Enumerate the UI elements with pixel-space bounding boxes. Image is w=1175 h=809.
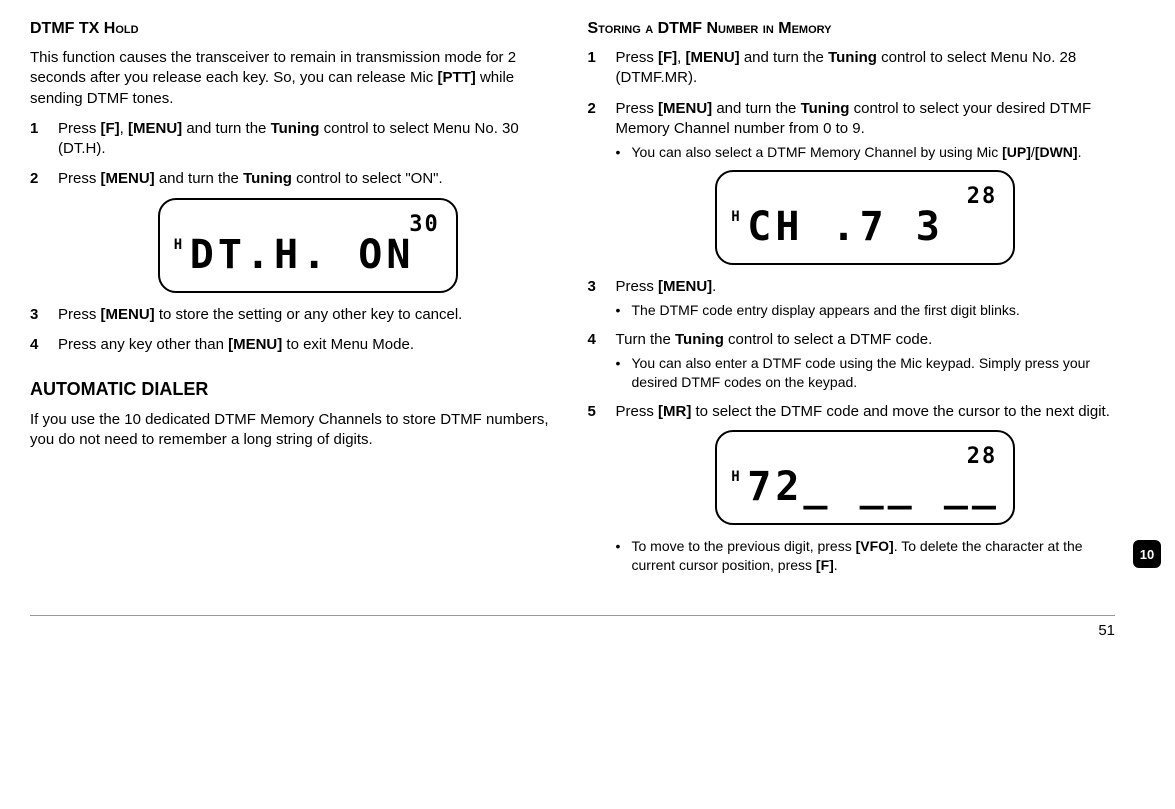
text: Press (616, 278, 659, 295)
lcd-menu-number: 30 (409, 210, 440, 240)
dtmf-tx-hold-heading: DTMF TX Hold (30, 20, 558, 38)
ptt-key: [PTT] (437, 69, 475, 86)
dwn-key: [DWN] (1035, 144, 1078, 160)
storing-dtmf-steps: Press [F], [MENU] and turn the Tuning co… (588, 48, 1116, 575)
tx-hold-steps: Press [F], [MENU] and turn the Tuning co… (30, 119, 558, 355)
text: control to select "ON". (292, 170, 443, 187)
menu-key: [MENU] (128, 120, 182, 137)
tuning-control: Tuning (801, 100, 850, 117)
text: Press (616, 100, 659, 117)
step-2-notes: You can also select a DTMF Memory Channe… (616, 143, 1116, 162)
text: and turn the (155, 170, 243, 187)
text: Press (58, 120, 101, 137)
text: and turn the (740, 49, 828, 66)
text: Press (58, 170, 101, 187)
f-key: [F] (658, 49, 677, 66)
lcd-main-text: DT.H. ON (190, 235, 415, 275)
text: and turn the (712, 100, 800, 117)
step-2: Press [MENU] and turn the Tuning control… (588, 99, 1116, 265)
left-column: DTMF TX Hold This function causes the tr… (30, 20, 558, 585)
h-indicator: H (731, 468, 739, 487)
h-indicator: H (174, 236, 182, 255)
tuning-control: Tuning (271, 120, 320, 137)
text: , (677, 49, 685, 66)
f-key: [F] (101, 120, 120, 137)
menu-key: [MENU] (658, 278, 712, 295)
note: The DTMF code entry display appears and … (616, 301, 1116, 320)
up-key: [UP] (1002, 144, 1031, 160)
text: to select the DTMF code and move the cur… (691, 403, 1110, 420)
tuning-control: Tuning (828, 49, 877, 66)
lcd-main-text: 72_ __ __ (747, 467, 1000, 507)
step-1: Press [F], [MENU] and turn the Tuning co… (588, 48, 1116, 89)
right-column: Storing a DTMF Number in Memory Press [F… (588, 20, 1116, 585)
automatic-dialer-text: If you use the 10 dedicated DTMF Memory … (30, 410, 558, 451)
text: , (120, 120, 128, 137)
menu-key: [MENU] (658, 100, 712, 117)
step-3: Press [MENU] to store the setting or any… (30, 305, 558, 325)
storing-dtmf-heading: Storing a DTMF Number in Memory (588, 20, 1116, 38)
h-indicator: H (731, 208, 739, 227)
text: Press any key other than (58, 336, 228, 353)
menu-key: [MENU] (101, 170, 155, 187)
text: Press (616, 403, 659, 420)
text: and turn the (182, 120, 270, 137)
note: To move to the previous digit, press [VF… (616, 537, 1116, 575)
text: To move to the previous digit, press (632, 538, 856, 554)
text: . (1078, 144, 1082, 160)
lcd-menu-number: 28 (967, 182, 998, 212)
text: . (834, 557, 838, 573)
note: You can also select a DTMF Memory Channe… (616, 143, 1116, 162)
step-4: Turn the Tuning control to select a DTMF… (588, 330, 1116, 392)
step-5: Press [MR] to select the DTMF code and m… (588, 402, 1116, 575)
lcd-display-code-entry: H 72_ __ __ 28 (715, 430, 1015, 525)
text: to exit Menu Mode. (282, 336, 414, 353)
text: Press (58, 306, 101, 323)
automatic-dialer-heading: AUTOMATIC DIALER (30, 379, 558, 400)
menu-key: [MENU] (228, 336, 282, 353)
menu-key: [MENU] (686, 49, 740, 66)
lcd-display-dth-on: H DT.H. ON 30 (158, 198, 458, 293)
note: You can also enter a DTMF code using the… (616, 354, 1116, 392)
f-key: [F] (816, 557, 834, 573)
lcd-display-ch-select: H CH .7 3 28 (715, 170, 1015, 265)
tx-hold-intro: This function causes the transceiver to … (30, 48, 558, 109)
step-2: Press [MENU] and turn the Tuning control… (30, 169, 558, 292)
step-4: Press any key other than [MENU] to exit … (30, 335, 558, 355)
step-4-notes: You can also enter a DTMF code using the… (616, 354, 1116, 392)
step-5-notes: To move to the previous digit, press [VF… (616, 537, 1116, 575)
page-footer: 51 (30, 615, 1115, 639)
tuning-control: Tuning (243, 170, 292, 187)
chapter-tab: 10 (1133, 540, 1161, 568)
text: You can also select a DTMF Memory Channe… (632, 144, 1003, 160)
vfo-key: [VFO] (856, 538, 894, 554)
menu-key: [MENU] (101, 306, 155, 323)
lcd-menu-number: 28 (967, 442, 998, 472)
lcd-main-text: CH .7 3 (747, 207, 944, 247)
text: Turn the (616, 331, 675, 348)
mr-key: [MR] (658, 403, 691, 420)
step-3: Press [MENU]. The DTMF code entry displa… (588, 277, 1116, 320)
text: to store the setting or any other key to… (155, 306, 463, 323)
text: . (712, 278, 716, 295)
text: Press (616, 49, 659, 66)
step-1: Press [F], [MENU] and turn the Tuning co… (30, 119, 558, 160)
step-3-notes: The DTMF code entry display appears and … (616, 301, 1116, 320)
tuning-control: Tuning (675, 331, 724, 348)
text: control to select a DTMF code. (724, 331, 932, 348)
page-number: 51 (1098, 622, 1115, 639)
